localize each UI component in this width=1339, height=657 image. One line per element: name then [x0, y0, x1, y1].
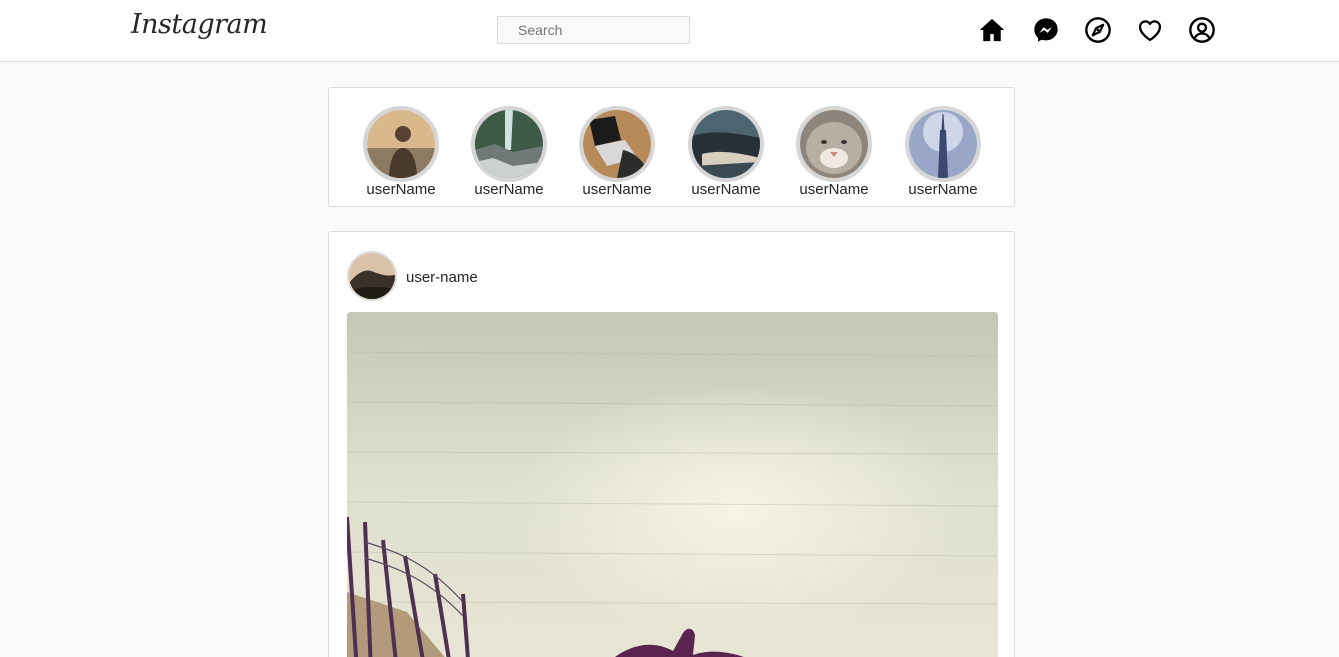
post-username[interactable]: user-name — [406, 269, 478, 286]
profile-icon[interactable] — [1188, 16, 1216, 44]
story-username: userName — [366, 181, 436, 198]
story-item[interactable]: userName — [579, 106, 655, 198]
story-item[interactable]: userName — [688, 106, 764, 198]
story-avatar — [363, 106, 439, 182]
post-author-avatar[interactable] — [347, 251, 397, 301]
story-item[interactable]: userName — [471, 106, 547, 198]
messenger-icon[interactable] — [1032, 16, 1060, 44]
story-item[interactable]: userName — [796, 106, 872, 198]
story-username: userName — [799, 181, 869, 198]
stories-bar: userName userName userName userName user… — [328, 87, 1015, 207]
story-item[interactable]: userName — [905, 106, 981, 198]
top-navigation-bar: Instagram — [0, 0, 1339, 62]
story-username: userName — [474, 181, 544, 198]
heart-icon[interactable] — [1136, 16, 1164, 44]
story-avatar — [905, 106, 981, 182]
post-photo[interactable] — [347, 312, 998, 657]
story-avatar — [796, 106, 872, 182]
story-avatar — [688, 106, 764, 182]
feed-post: user-name — [328, 231, 1015, 657]
instagram-logo[interactable]: Instagram — [131, 9, 268, 40]
story-username: userName — [582, 181, 652, 198]
story-avatar — [471, 106, 547, 182]
story-username: userName — [691, 181, 761, 198]
home-icon[interactable] — [978, 16, 1006, 44]
story-username: userName — [908, 181, 978, 198]
explore-icon[interactable] — [1084, 16, 1112, 44]
story-avatar — [579, 106, 655, 182]
search-input[interactable] — [497, 16, 690, 44]
story-item[interactable]: userName — [363, 106, 439, 198]
